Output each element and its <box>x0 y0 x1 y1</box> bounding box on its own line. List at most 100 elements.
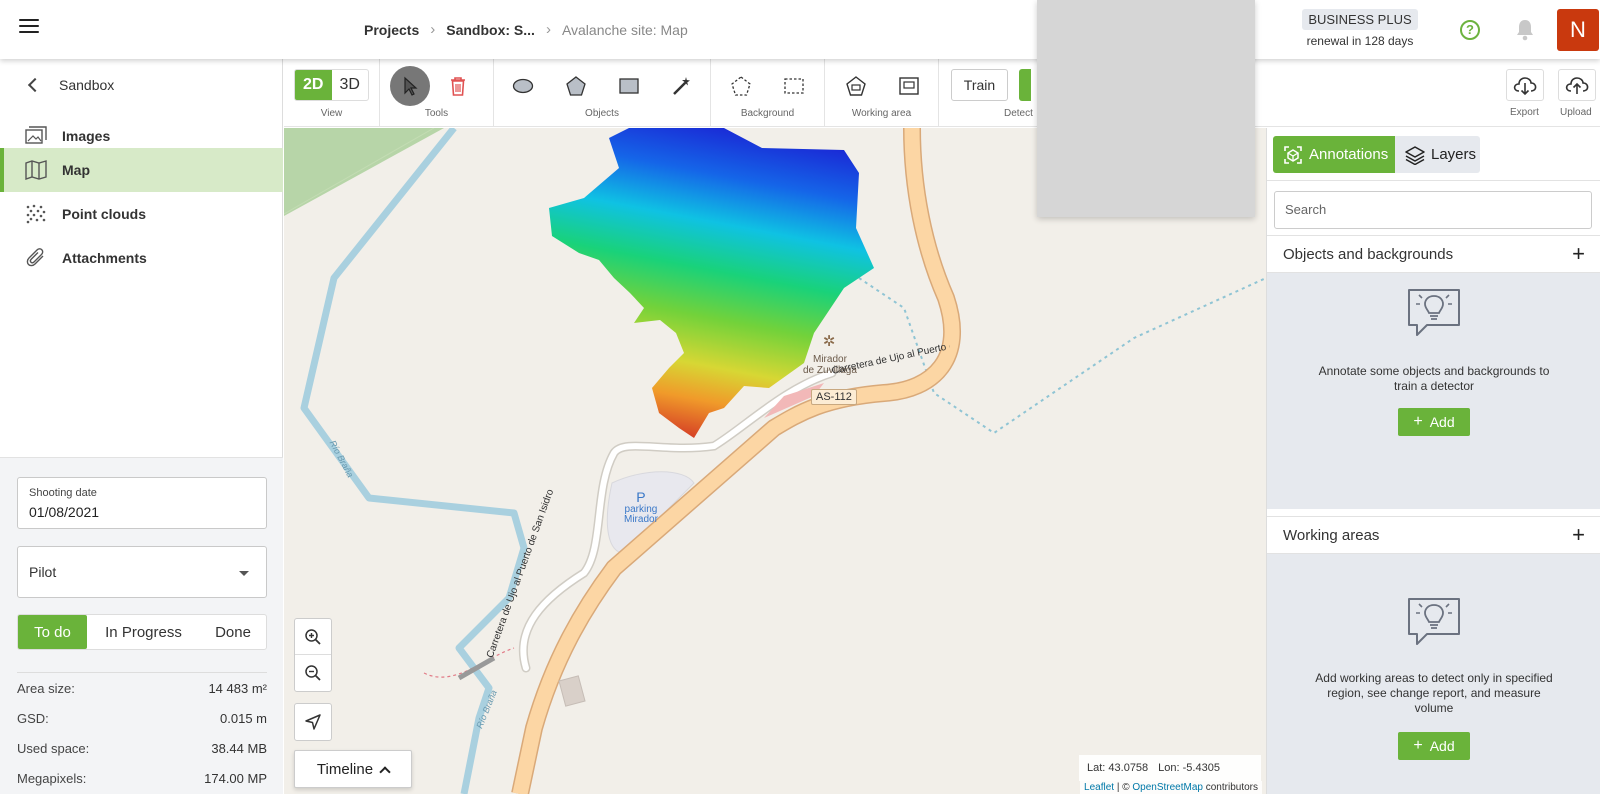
tab-annotations-label: Annotations <box>1309 146 1389 163</box>
objects-empty-text: Annotate some objects and backgrounds to… <box>1318 364 1550 393</box>
avatar[interactable]: N <box>1557 9 1599 51</box>
map-icon <box>25 159 47 181</box>
bell-icon[interactable] <box>1515 19 1535 41</box>
osm-link[interactable]: OpenStreetMap <box>1132 782 1203 793</box>
background-rectangle-button[interactable] <box>777 69 811 103</box>
group-label: View <box>320 108 343 119</box>
shooting-date-field[interactable]: Shooting date 01/08/2021 <box>17 477 267 529</box>
ellipse-icon <box>512 78 534 94</box>
map-view[interactable]: ✲ Mirador de Zuvillaga AS-112 Carretera … <box>284 128 1266 794</box>
add-working-area-label: Add <box>1429 738 1455 754</box>
menu-icon[interactable] <box>19 19 39 39</box>
ellipse-tool-button[interactable] <box>506 69 540 103</box>
stats-list: Area size: 14 483 m² GSD: 0.015 m Used spa… <box>17 672 267 793</box>
working-area-rectangle-button[interactable] <box>892 69 926 103</box>
search-input[interactable]: Search <box>1274 191 1592 229</box>
map-canvas[interactable]: ✲ <box>284 128 1266 794</box>
longitude: Lon: -5.4305 <box>1158 762 1220 774</box>
rectangle-tool-button[interactable] <box>612 69 646 103</box>
add-object-label: Add <box>1429 414 1455 430</box>
tab-layers-label: Layers <box>1431 146 1477 163</box>
annotation-panel: Annotations Layers Search Objects and ba… <box>1266 128 1600 794</box>
leaflet-link[interactable]: Leaflet <box>1084 782 1114 793</box>
loading-placeholder <box>1037 0 1255 217</box>
sidebar-item-label: Images <box>62 128 111 144</box>
pilot-placeholder: Pilot <box>29 564 57 580</box>
add-working-area-button[interactable]: + Add <box>1398 732 1470 760</box>
latitude: Lat: 43.0758 <box>1087 762 1149 774</box>
breadcrumb-sandbox[interactable]: Sandbox: S... <box>446 22 535 38</box>
chevron-up-icon <box>379 765 391 778</box>
attribution-separator: | © <box>1114 782 1133 793</box>
status-in-progress-button[interactable]: In Progress <box>87 615 200 649</box>
tab-annotations[interactable]: Annotations <box>1273 136 1395 173</box>
add-working-area-plus-icon[interactable]: + <box>1572 522 1585 548</box>
svg-text:✲: ✲ <box>823 332 836 350</box>
zoom-in-icon <box>305 628 321 645</box>
parking-symbol: P <box>636 489 646 505</box>
locate-button[interactable] <box>295 704 331 740</box>
plus-icon: + <box>1413 737 1423 754</box>
status-todo-button[interactable]: To do <box>18 615 87 649</box>
dashed-polygon-icon <box>731 76 751 96</box>
parking-label-line2: Mirador <box>624 514 658 525</box>
sidebar-item-map[interactable]: Map <box>0 148 283 192</box>
train-button[interactable]: Train <box>951 69 1008 101</box>
breadcrumb-projects[interactable]: Projects <box>364 22 419 38</box>
zoom-in-button[interactable] <box>295 619 331 655</box>
group-label: Tools <box>424 108 449 119</box>
view-2d-button[interactable]: 2D <box>295 70 332 100</box>
working-areas-section-header: Working areas + <box>1267 516 1600 554</box>
back-label: Sandbox <box>59 77 115 93</box>
layers-icon <box>1405 145 1425 165</box>
plan-renewal: renewal in 128 days <box>1306 34 1414 48</box>
sidebar-item-point-clouds[interactable]: Point clouds <box>0 192 283 236</box>
group-label: Background <box>740 108 795 119</box>
pilot-select[interactable]: Pilot <box>17 546 267 598</box>
timeline-button[interactable]: Timeline <box>294 750 412 788</box>
shooting-date-value: 01/08/2021 <box>29 504 100 520</box>
magic-wand-button[interactable] <box>665 69 699 103</box>
select-tool-button[interactable] <box>390 66 430 106</box>
magic-wand-icon <box>673 77 690 95</box>
paperclip-icon <box>25 247 47 269</box>
zoom-out-button[interactable] <box>295 655 331 691</box>
export-label: Export <box>1510 107 1539 118</box>
point-cloud-icon <box>25 203 47 225</box>
upload-button[interactable] <box>1558 69 1596 101</box>
images-icon <box>25 125 47 147</box>
plan-info[interactable]: BUSINESS PLUS renewal in 128 days <box>1298 9 1422 51</box>
status-done-button[interactable]: Done <box>200 615 266 649</box>
stat-used-space: Used space: 38.44 MB <box>17 733 267 763</box>
export-button[interactable] <box>1506 69 1544 101</box>
help-icon[interactable]: ? <box>1460 20 1480 40</box>
add-object-plus-icon[interactable]: + <box>1572 241 1585 267</box>
back-to-project[interactable]: Sandbox <box>0 70 283 100</box>
lightbulb-icon <box>1405 596 1463 653</box>
background-group: Background <box>711 59 825 127</box>
trash-icon <box>451 77 465 96</box>
polygon-tool-button[interactable] <box>559 69 593 103</box>
road-shield: AS-112 <box>811 389 857 405</box>
navigation-arrow-icon <box>305 714 321 730</box>
breadcrumb: Projects › Sandbox: S... › Avalanche sit… <box>364 21 688 38</box>
map-attribution: Leaflet | © OpenStreetMap contributors <box>1080 781 1262 794</box>
add-object-button[interactable]: + Add <box>1398 408 1470 436</box>
background-polygon-button[interactable] <box>724 69 758 103</box>
lightbulb-icon <box>1405 287 1463 344</box>
group-label: Objects <box>585 108 619 119</box>
stat-value: 38.44 MB <box>211 740 267 756</box>
tab-layers[interactable]: Layers <box>1395 136 1480 173</box>
delete-button[interactable] <box>441 69 475 103</box>
sidebar-item-attachments[interactable]: Attachments <box>0 236 283 280</box>
view-3d-button[interactable]: 3D <box>332 70 369 100</box>
working-area-rectangle-icon <box>899 77 919 95</box>
detect-button[interactable] <box>1019 69 1031 101</box>
working-area-polygon-button[interactable] <box>839 69 873 103</box>
cloud-upload-icon <box>1565 77 1589 94</box>
panel-tabs: Annotations Layers <box>1273 136 1480 173</box>
stat-label: Used space: <box>17 740 90 756</box>
breadcrumb-current: Avalanche site: Map <box>561 21 688 38</box>
stat-megapixels: Megapixels: 174.00 MP <box>17 763 267 793</box>
stat-value: 14 483 m² <box>208 680 267 696</box>
